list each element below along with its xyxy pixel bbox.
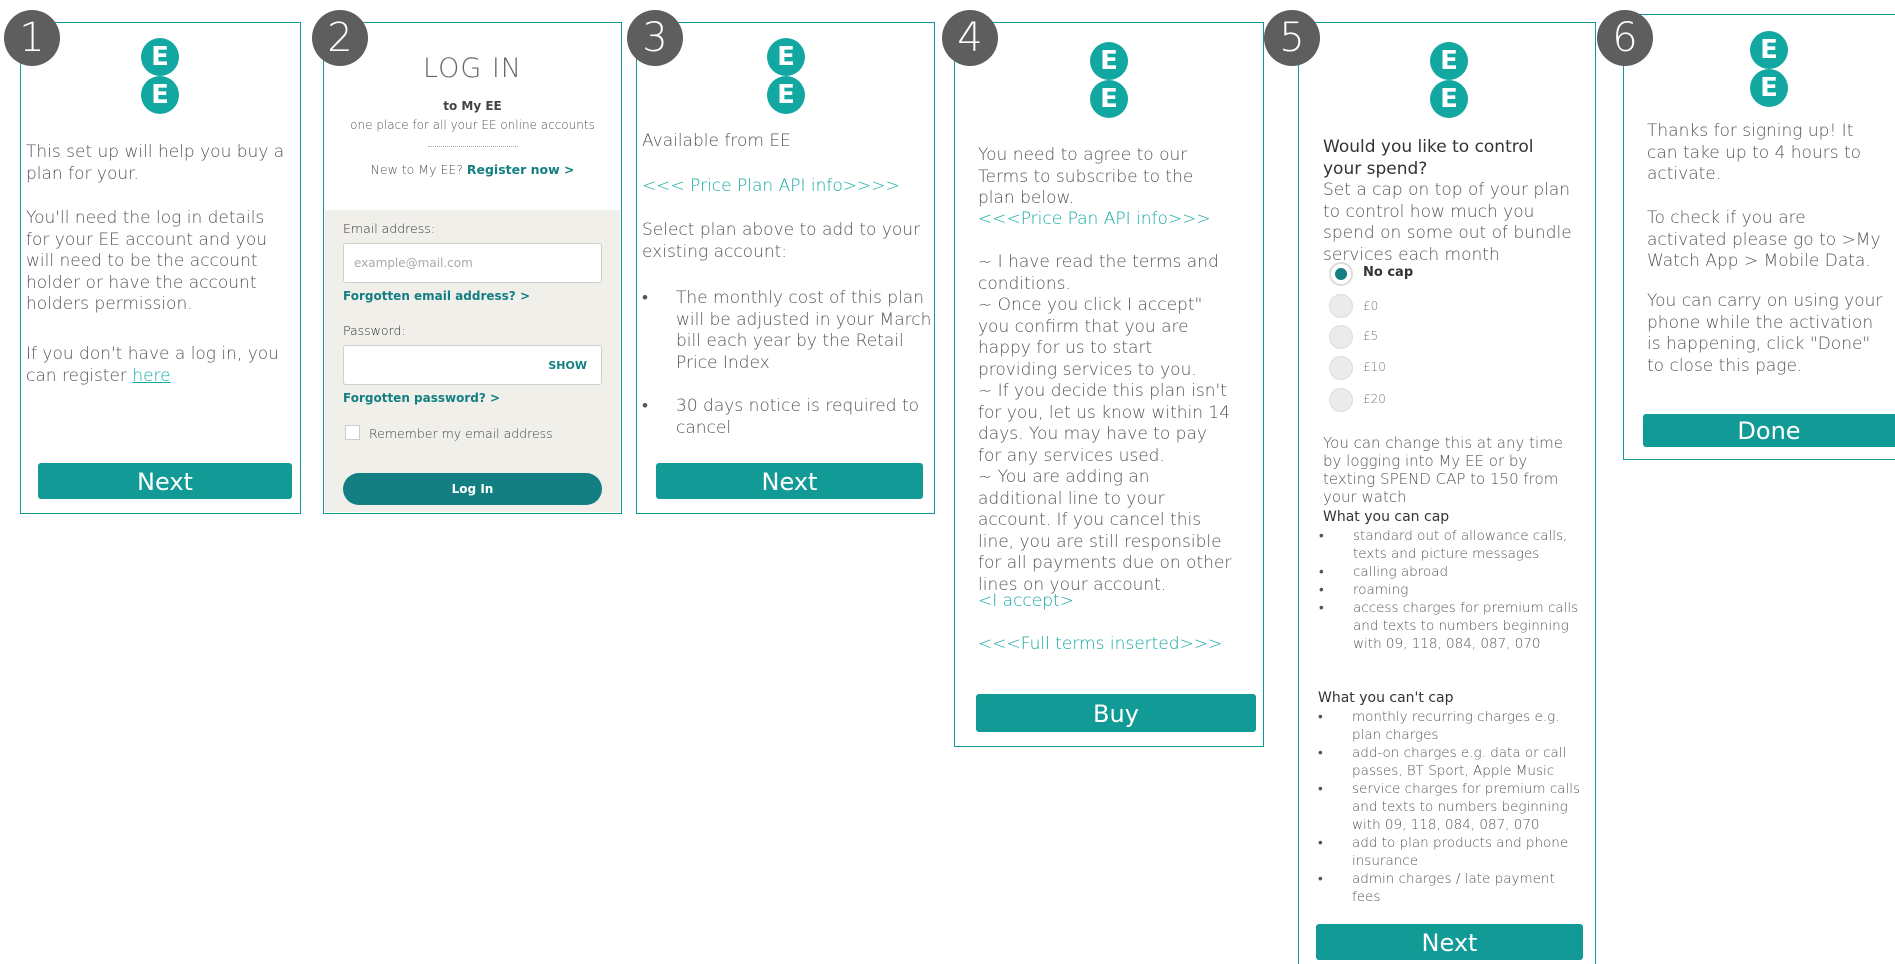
can-cap-heading: What you can cap (1323, 509, 1450, 525)
plan-term-item: 30 days notice is required to cancel (642, 396, 932, 439)
cap-option-radio[interactable] (1329, 388, 1353, 412)
step-badge-6: 6 (1597, 10, 1653, 66)
accept-link[interactable]: <I accept> (978, 591, 1230, 613)
next-button[interactable]: Next (656, 463, 923, 499)
plan-terms-list: The monthly cost of this plan will be ad… (642, 288, 932, 439)
price-plan-api-link[interactable]: <<<Price Pan API info>>> (978, 209, 1230, 231)
password-label: Password: (343, 323, 406, 338)
register-prompt: New to My EE? Register now > (323, 162, 622, 178)
can-cap-list: standard out of allowance calls, texts a… (1319, 527, 1585, 653)
register-link[interactable]: here (132, 366, 170, 386)
cant-cap-item: admin charges / late payment fees (1318, 870, 1584, 906)
ee-logo-icon: E E (1750, 31, 1788, 107)
cap-option-radio[interactable] (1329, 294, 1353, 318)
step-badge-4: 4 (942, 10, 998, 66)
cant-cap-item: service charges for premium calls and te… (1318, 780, 1584, 834)
login-subtitle: to My EE (443, 99, 502, 113)
spend-question: Would you like to control your spend? (1323, 137, 1534, 179)
buy-button[interactable]: Buy (976, 694, 1256, 732)
ee-logo-icon: E E (1090, 42, 1128, 118)
terms-intro: You need to agree to our Terms to subscr… (978, 145, 1194, 208)
activation-check-text: To check if you are activated please go … (1647, 208, 1881, 271)
cant-cap-heading: What you can't cap (1318, 690, 1454, 706)
email-placeholder: example@mail.com (354, 256, 473, 270)
select-plan-text: Select plan above to add to your existin… (642, 220, 921, 262)
cant-cap-list: monthly recurring charges e.g. plan char… (1318, 708, 1584, 906)
step-badge-3: 3 (627, 10, 683, 66)
cap-option-label: £10 (1363, 360, 1386, 374)
cap-option-radio[interactable] (1329, 262, 1353, 286)
terms-item: ~ If you decide this plan isn't for you,… (978, 381, 1231, 466)
show-password-toggle[interactable]: SHOW (548, 359, 587, 372)
terms-list: ~ I have read the terms and conditions. … (978, 252, 1233, 596)
can-cap-item: roaming (1319, 581, 1585, 599)
can-cap-item: standard out of allowance calls, texts a… (1319, 527, 1585, 563)
spend-description-clip: Set a cap on top of your plan to control… (1323, 180, 1573, 261)
plan-term-item: The monthly cost of this plan will be ad… (642, 288, 932, 374)
cap-option-label: £5 (1363, 329, 1379, 343)
cap-option-radio[interactable] (1329, 356, 1353, 380)
step-badge-2: 2 (312, 10, 368, 66)
email-field[interactable]: example@mail.com (343, 243, 602, 283)
done-button[interactable]: Done (1643, 414, 1895, 447)
remember-label: Remember my email address (369, 426, 553, 441)
email-label: Email address: (343, 221, 435, 236)
intro-paragraph-3: If you don't have a log in, you can regi… (26, 344, 288, 387)
ee-logo-icon: E E (141, 38, 179, 114)
forgot-email-link[interactable]: Forgotten email address? > (343, 288, 530, 304)
terms-item: ~ You are adding an additional line to y… (978, 467, 1232, 595)
cap-option-label: £0 (1363, 299, 1379, 313)
ee-logo-icon: E E (1430, 42, 1468, 118)
divider (428, 146, 518, 147)
cant-cap-item: add to plan products and phone insurance (1318, 834, 1584, 870)
can-cap-item: access charges for premium calls and tex… (1319, 599, 1585, 653)
cant-cap-item: add-on charges e.g. data or call passes,… (1318, 744, 1584, 780)
cant-cap-item: monthly recurring charges e.g. plan char… (1318, 708, 1584, 744)
register-prompt-text: New to My EE? (370, 162, 467, 177)
login-button[interactable]: Log In (343, 473, 602, 505)
forgot-password-link[interactable]: Forgotten password? > (343, 390, 500, 406)
terms-item: ~ Once you click I accept" you confirm t… (978, 295, 1203, 380)
step-badge-1: 1 (4, 10, 60, 66)
price-plan-api-link[interactable]: <<< Price Plan API info>>>> (642, 176, 930, 198)
cap-option-label: £20 (1363, 392, 1386, 406)
spend-description: Set a cap on top of your plan to control… (1323, 180, 1572, 261)
full-terms-link[interactable]: <<<Full terms inserted>>> (978, 634, 1230, 656)
register-now-link[interactable]: Register now > (467, 162, 575, 177)
change-cap-text: You can change this at any time by loggi… (1323, 434, 1563, 506)
login-tagline: one place for all your EE online account… (350, 118, 595, 132)
next-button[interactable]: Next (38, 463, 292, 499)
step-badge-5: 5 (1264, 10, 1320, 66)
next-button[interactable]: Next (1316, 924, 1583, 960)
intro-paragraph-1: This set up will help you buy a plan for… (26, 142, 285, 184)
cap-option-label: No cap (1363, 265, 1414, 280)
login-title: LOG IN (423, 53, 522, 84)
ee-logo-icon: E E (767, 38, 805, 114)
can-cap-item: calling abroad (1319, 563, 1585, 581)
cap-option-radio[interactable] (1329, 325, 1353, 349)
terms-item: ~ I have read the terms and conditions. (978, 252, 1219, 294)
remember-checkbox[interactable] (345, 425, 360, 440)
available-text: Available from EE (642, 131, 791, 151)
thanks-text: Thanks for signing up! It can take up to… (1647, 121, 1862, 184)
cant-cap-list-clip: monthly recurring charges e.g. plan char… (1318, 708, 1588, 924)
intro-paragraph-2: You'll need the log in details for your … (26, 208, 268, 314)
carry-on-text: You can carry on using your phone while … (1647, 291, 1883, 376)
password-field[interactable]: SHOW (343, 345, 602, 385)
